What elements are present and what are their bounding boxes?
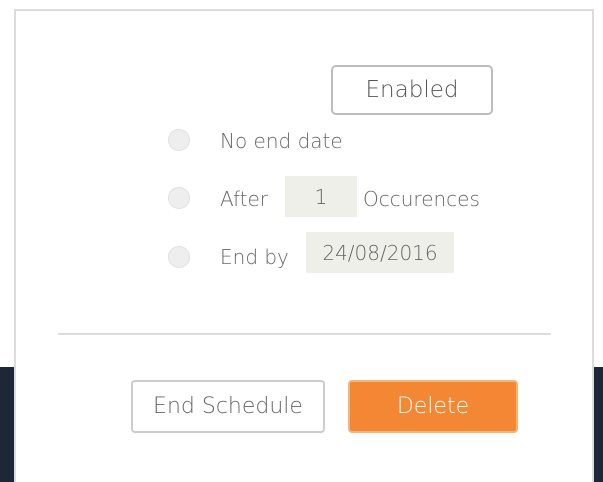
- no-end-date-label: No end date: [220, 129, 343, 153]
- after-label: After: [220, 187, 269, 211]
- end-by-date-input[interactable]: 24/08/2016: [306, 232, 454, 273]
- end-schedule-dialog: Enabled No end date After 1 Occurences E…: [14, 9, 594, 482]
- end-by-radio[interactable]: [168, 246, 190, 268]
- no-end-date-radio[interactable]: [168, 129, 190, 151]
- end-schedule-button[interactable]: End Schedule: [131, 380, 325, 433]
- after-occurrences-radio[interactable]: [168, 187, 190, 209]
- occurrences-count-input[interactable]: 1: [285, 176, 357, 217]
- divider: [58, 333, 551, 335]
- page: Enabled No end date After 1 Occurences E…: [0, 0, 603, 482]
- delete-button[interactable]: Delete: [348, 380, 518, 433]
- end-by-label: End by: [220, 245, 289, 269]
- enabled-toggle-button[interactable]: Enabled: [331, 65, 493, 115]
- occurences-label: Occurences: [363, 187, 480, 211]
